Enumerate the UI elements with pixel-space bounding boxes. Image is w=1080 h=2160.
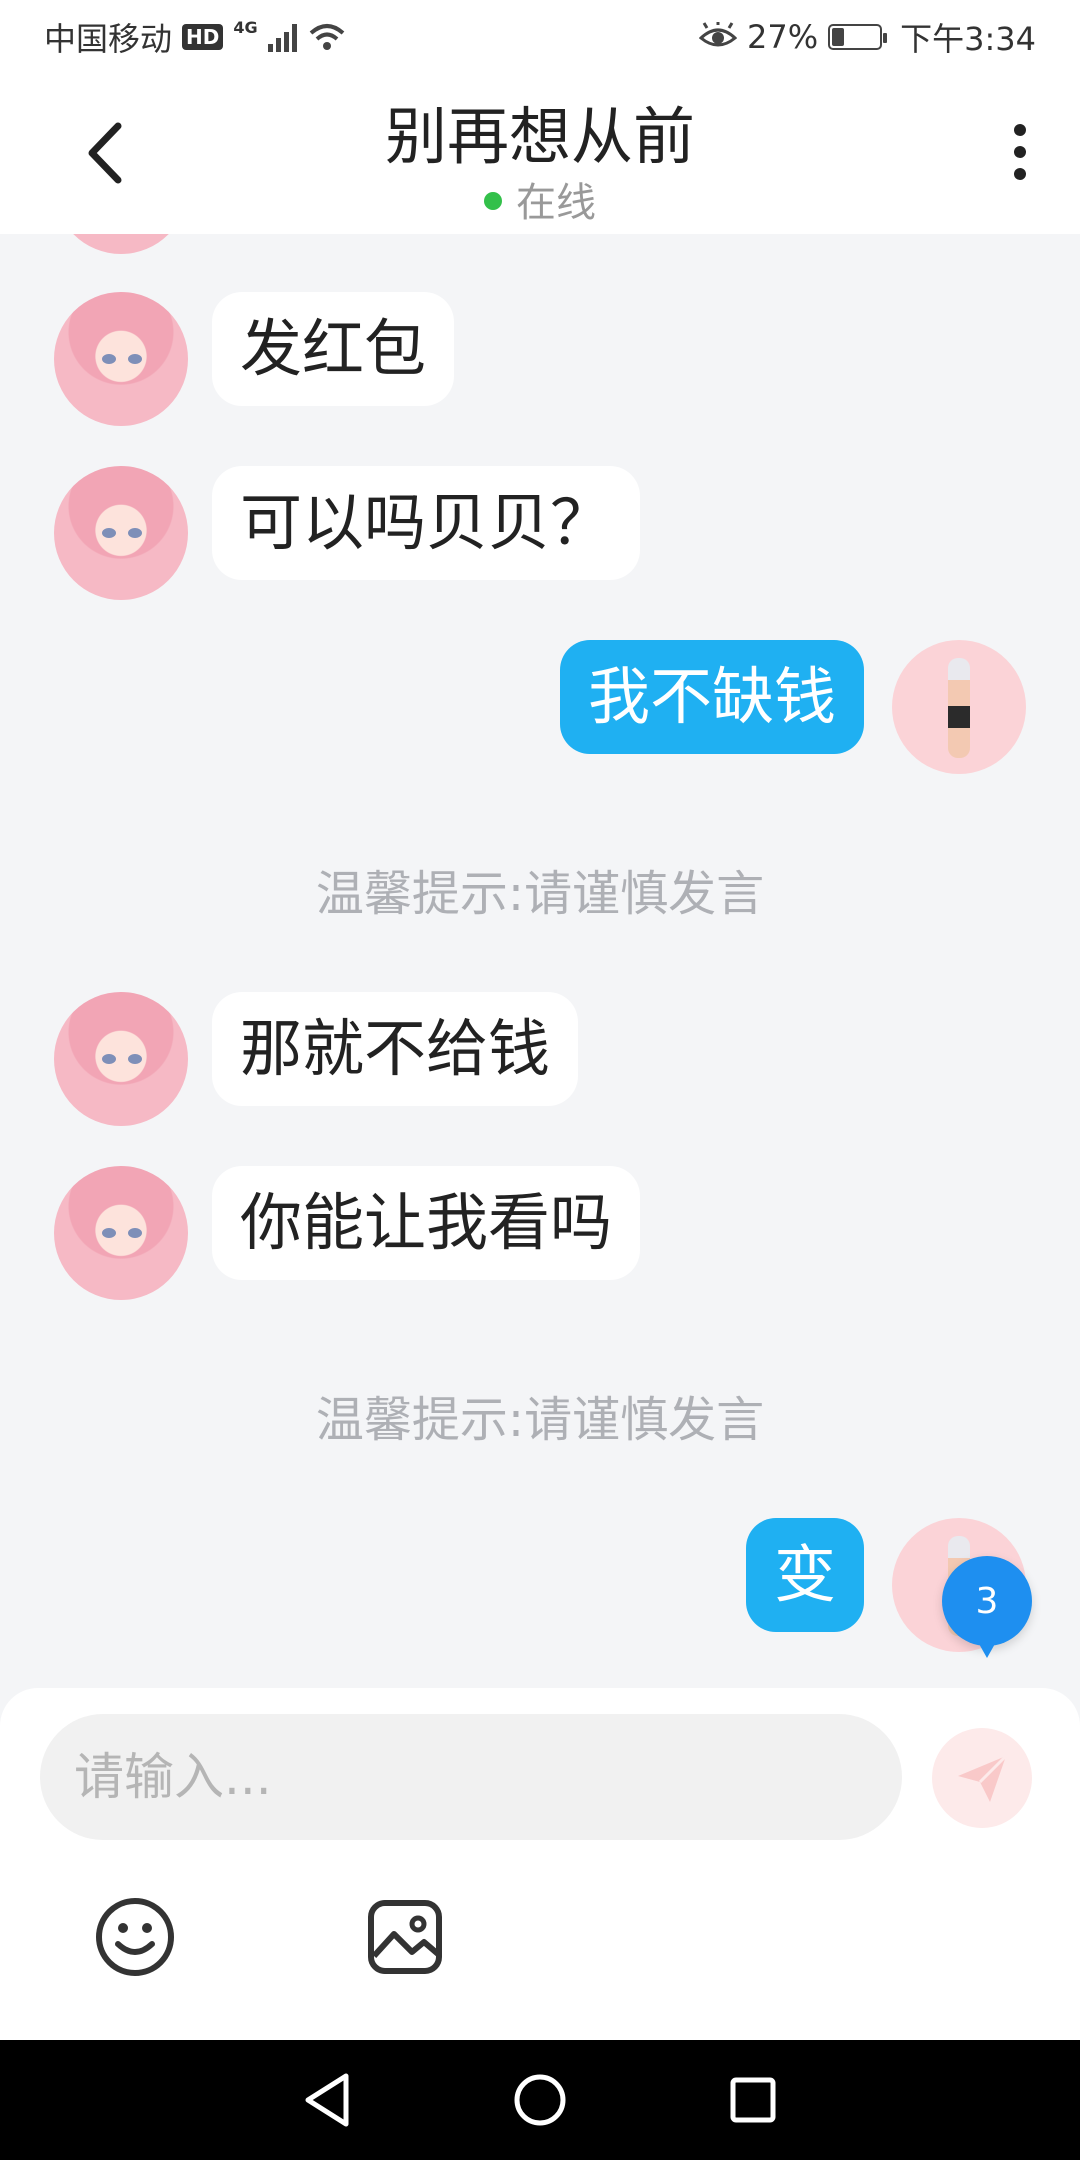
more-options-button[interactable]	[1008, 118, 1032, 188]
message-incoming: 你能让我看吗	[54, 1166, 641, 1300]
my-avatar[interactable]	[892, 640, 1026, 774]
message-outgoing: 我不缺钱	[559, 640, 1026, 774]
square-recents-icon	[730, 2077, 776, 2123]
carrier-label: 中国移动	[44, 20, 173, 58]
contact-avatar[interactable]	[54, 992, 188, 1126]
image-button[interactable]	[362, 1894, 448, 1980]
contact-avatar[interactable]	[54, 292, 188, 426]
unread-count-badge[interactable]: 3	[942, 1556, 1032, 1658]
nav-recents-button[interactable]	[723, 2070, 783, 2130]
contact-avatar[interactable]	[54, 1166, 188, 1300]
contact-avatar[interactable]	[54, 466, 188, 600]
emoji-icon	[96, 1898, 174, 1976]
chat-title: 别再想从前	[384, 100, 695, 173]
nav-home-button[interactable]	[510, 2070, 570, 2130]
message-bubble[interactable]: 我不缺钱	[559, 640, 864, 754]
battery-percent: 27%	[747, 18, 819, 56]
message-incoming: 发红包	[54, 292, 455, 426]
triangle-back-icon	[305, 2073, 349, 2127]
warning-tip: 温馨提示:请谨慎发言	[315, 866, 765, 922]
eye-comfort-icon	[699, 22, 737, 47]
warning-tip: 温馨提示:请谨慎发言	[315, 1392, 765, 1448]
send-icon	[958, 1754, 1008, 1802]
presence-status: 在线	[0, 170, 1080, 228]
chat-header: 别再想从前 在线	[0, 74, 1080, 234]
presence-label: 在线	[516, 180, 596, 226]
emoji-button[interactable]	[92, 1894, 178, 1980]
image-icon	[368, 1900, 442, 1974]
wifi-icon	[309, 24, 344, 50]
hd-icon: HD	[182, 24, 224, 50]
message-bubble[interactable]: 发红包	[212, 292, 455, 406]
message-incoming: 那就不给钱	[54, 992, 579, 1126]
network-type-label: 4G	[233, 17, 258, 37]
more-vertical-icon	[1014, 124, 1026, 180]
avatar	[54, 234, 188, 254]
battery-icon	[828, 24, 888, 50]
message-incoming: 可以吗贝贝？	[54, 466, 641, 600]
message-input[interactable]	[40, 1714, 902, 1840]
clock: 下午3:34	[900, 20, 1036, 58]
system-nav-bar	[0, 2040, 1080, 2160]
nav-back-button[interactable]	[297, 2070, 357, 2130]
online-dot-icon	[484, 192, 502, 210]
message-bubble[interactable]: 变	[745, 1518, 864, 1632]
status-bar: 中国移动 HD 4G 27% 下午3:34	[0, 0, 1080, 74]
circle-home-icon	[514, 2074, 566, 2126]
send-button[interactable]	[932, 1728, 1032, 1828]
message-bubble[interactable]: 那就不给钱	[212, 992, 579, 1106]
message-bubble[interactable]: 你能让我看吗	[212, 1166, 641, 1280]
message-bubble[interactable]: 可以吗贝贝？	[212, 466, 641, 580]
signal-icon	[267, 22, 297, 52]
input-panel	[0, 1688, 1080, 2040]
